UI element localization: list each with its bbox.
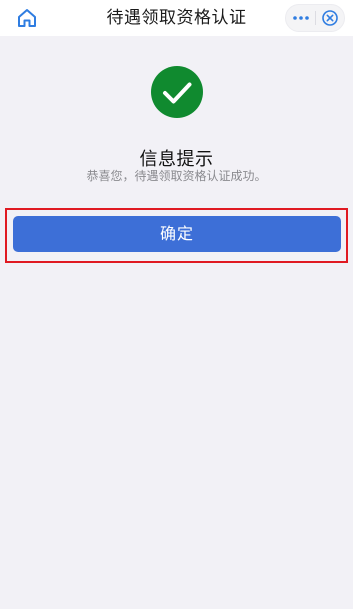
page: 待遇领取资格认证 信息提示 恭喜您，待遇领取资格认证成功。 确定 (0, 0, 353, 609)
capsule-divider (315, 11, 316, 25)
confirm-button[interactable]: 确定 (13, 216, 341, 252)
mini-program-capsule (285, 4, 345, 32)
close-icon[interactable] (321, 9, 339, 27)
more-icon[interactable] (292, 11, 310, 25)
navigation-bar: 待遇领取资格认证 (0, 0, 353, 36)
check-circle-icon (151, 66, 203, 118)
result-description: 恭喜您，待遇领取资格认证成功。 (86, 169, 267, 183)
